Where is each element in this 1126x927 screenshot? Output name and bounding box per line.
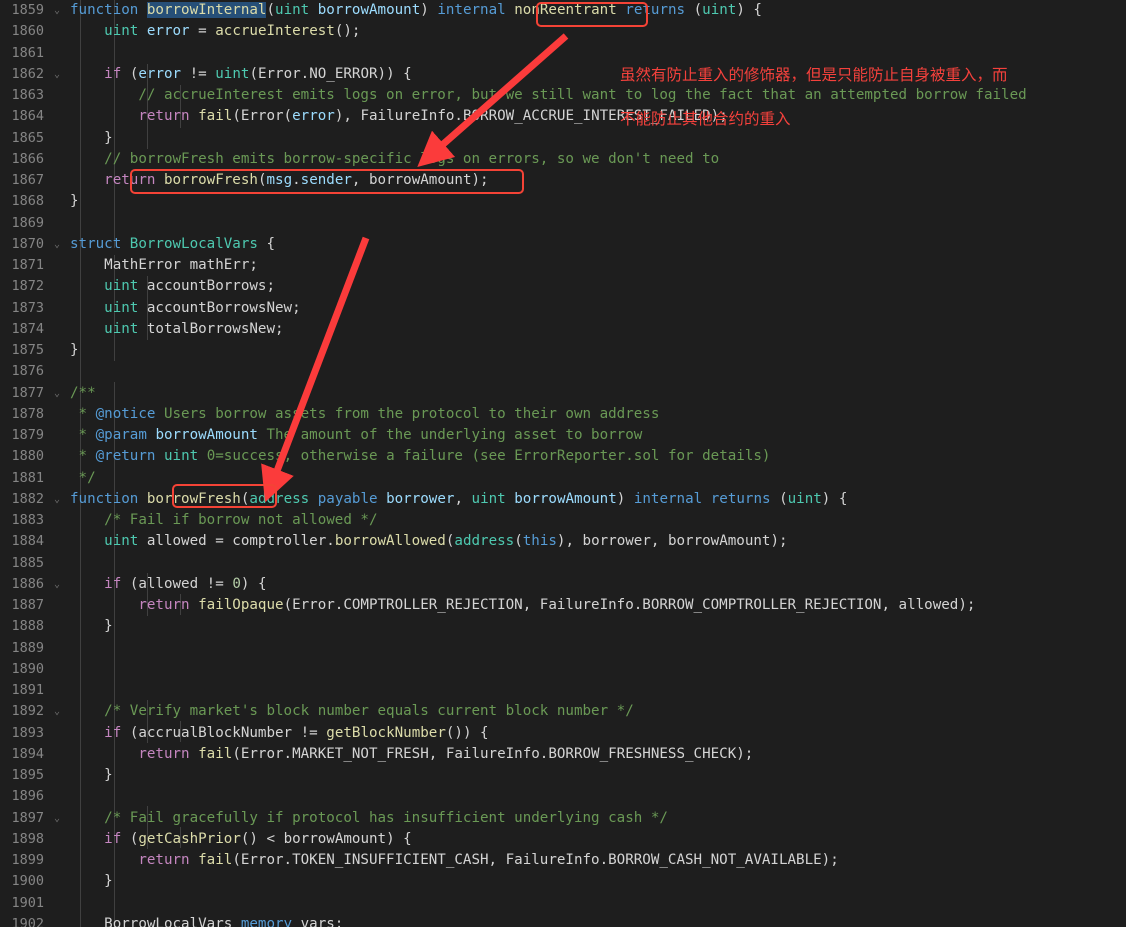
code-line-1885[interactable] bbox=[70, 553, 1126, 574]
code-line-1871[interactable]: MathError mathErr; bbox=[70, 255, 1126, 276]
line-number-1881[interactable]: 1881 bbox=[0, 468, 70, 489]
code-line-1870[interactable]: struct BorrowLocalVars { bbox=[70, 234, 1126, 255]
line-number-1874[interactable]: 1874 bbox=[0, 319, 70, 340]
code-line-1892[interactable]: if (accrualBlockNumber != getBlockNumber… bbox=[70, 723, 1126, 744]
code-line-1859[interactable]: function borrowInternal(uint borrowAmoun… bbox=[70, 0, 1126, 21]
line-number-1882[interactable]: 1882 ⌄ bbox=[0, 489, 70, 510]
code-line-1900[interactable] bbox=[70, 893, 1126, 914]
line-number-1876[interactable]: 1876 bbox=[0, 361, 70, 382]
line-number-1859[interactable]: 1859 ⌄ bbox=[0, 0, 70, 21]
code-line-1894[interactable]: } bbox=[70, 765, 1126, 786]
code-line-1867[interactable]: return borrowFresh(msg.sender, borrowAmo… bbox=[70, 170, 1126, 191]
code-line-1882[interactable]: function borrowFresh(address payable bor… bbox=[70, 489, 1126, 510]
line-number-1869[interactable]: 1869 bbox=[0, 213, 70, 234]
code-line-1868[interactable]: } bbox=[70, 191, 1126, 212]
line-number-1875[interactable]: 1875 bbox=[0, 340, 70, 361]
line-number-1894[interactable]: 1894 bbox=[0, 744, 70, 765]
chevron-down-icon[interactable]: ⌄ bbox=[51, 0, 63, 21]
line-number-1872[interactable]: 1872 bbox=[0, 276, 70, 297]
line-number-1884[interactable]: 1884 bbox=[0, 531, 70, 552]
line-number-1885[interactable]: 1885 bbox=[0, 553, 70, 574]
line-number-1883[interactable]: 1883 bbox=[0, 510, 70, 531]
line-number-1887[interactable]: 1887 bbox=[0, 595, 70, 616]
line-number-1864[interactable]: 1864 bbox=[0, 106, 70, 127]
line-number-1860[interactable]: 1860 bbox=[0, 21, 70, 42]
code-line-1891[interactable]: /* Verify market's block number equals c… bbox=[70, 701, 1126, 722]
code-line-1891-blank[interactable] bbox=[70, 680, 1126, 701]
line-number-1877[interactable]: 1877 ⌄ bbox=[0, 383, 70, 404]
line-number-1886[interactable]: 1886 ⌄ bbox=[0, 574, 70, 595]
chevron-down-icon[interactable]: ⌄ bbox=[51, 701, 63, 722]
code-line-1881[interactable]: */ bbox=[70, 468, 1126, 489]
line-number-1892[interactable]: 1892 ⌄ bbox=[0, 701, 70, 722]
code-line-1879[interactable]: * @param borrowAmount The amount of the … bbox=[70, 425, 1126, 446]
line-number-1888[interactable]: 1888 bbox=[0, 616, 70, 637]
line-number-1890[interactable]: 1890 bbox=[0, 659, 70, 680]
code-line-1886[interactable]: if (allowed != 0) { bbox=[70, 574, 1126, 595]
line-number-1878[interactable]: 1878 bbox=[0, 404, 70, 425]
code-line-1888[interactable]: } bbox=[70, 616, 1126, 637]
line-number-1873[interactable]: 1873 bbox=[0, 298, 70, 319]
code-line-1883[interactable]: /* Fail if borrow not allowed */ bbox=[70, 510, 1126, 531]
chevron-down-icon[interactable]: ⌄ bbox=[51, 489, 63, 510]
line-number-1865[interactable]: 1865 bbox=[0, 128, 70, 149]
line-number-1902[interactable]: 1902 bbox=[0, 914, 70, 927]
code-line-1897[interactable]: if (getCashPrior() < borrowAmount) { bbox=[70, 829, 1126, 850]
code-line-1884[interactable]: uint allowed = comptroller.borrowAllowed… bbox=[70, 531, 1126, 552]
line-number-gutter[interactable]: 1859 ⌄ 1860 1861 1862 ⌄ 1863 1864 1865 1866 1867 18… bbox=[0, 0, 70, 927]
line-number-1898[interactable]: 1898 bbox=[0, 829, 70, 850]
line-number-1900[interactable]: 1900 bbox=[0, 871, 70, 892]
chinese-note-line-2: 不能防止其他合约的重入 bbox=[620, 110, 791, 128]
code-line-1880[interactable]: * @return uint 0=success, otherwise a fa… bbox=[70, 446, 1126, 467]
line-number-1901[interactable]: 1901 bbox=[0, 893, 70, 914]
code-line-1872[interactable]: uint accountBorrows; bbox=[70, 276, 1126, 297]
code-editor[interactable]: 1859 ⌄ 1860 1861 1862 ⌄ 1863 1864 1865 1866 1867 18… bbox=[0, 0, 1126, 927]
line-number-1871[interactable]: 1871 bbox=[0, 255, 70, 276]
code-line-1895[interactable] bbox=[70, 786, 1126, 807]
code-line-1869[interactable] bbox=[70, 213, 1126, 234]
code-line-1901[interactable]: BorrowLocalVars memory vars; bbox=[70, 914, 1126, 927]
line-number-1862[interactable]: 1862 ⌄ bbox=[0, 64, 70, 85]
code-line-1860[interactable]: uint error = accrueInterest(); bbox=[70, 21, 1126, 42]
code-line-1893[interactable]: return fail(Error.MARKET_NOT_FRESH, Fail… bbox=[70, 744, 1126, 765]
code-line-1898[interactable]: return fail(Error.TOKEN_INSUFFICIENT_CAS… bbox=[70, 850, 1126, 871]
line-number-1891[interactable]: 1891 bbox=[0, 680, 70, 701]
code-line-1889[interactable] bbox=[70, 638, 1126, 659]
chevron-down-icon[interactable]: ⌄ bbox=[51, 64, 63, 85]
line-number-1868[interactable]: 1868 bbox=[0, 191, 70, 212]
line-number-1861[interactable]: 1861 bbox=[0, 43, 70, 64]
chevron-down-icon[interactable]: ⌄ bbox=[51, 234, 63, 255]
line-number-1899[interactable]: 1899 bbox=[0, 850, 70, 871]
line-number-1870[interactable]: 1870 ⌄ bbox=[0, 234, 70, 255]
code-line-1874[interactable]: uint totalBorrowsNew; bbox=[70, 319, 1126, 340]
chinese-annotation-note: 虽然有防止重入的修饰器，但是只能防止自身被重入，而 不能防止其他合约的重入 bbox=[620, 42, 1090, 152]
code-line-1899[interactable]: } bbox=[70, 871, 1126, 892]
line-number-1895[interactable]: 1895 bbox=[0, 765, 70, 786]
code-line-1873[interactable]: uint accountBorrowsNew; bbox=[70, 298, 1126, 319]
chevron-down-icon[interactable]: ⌄ bbox=[51, 808, 63, 829]
code-line-1878[interactable]: * @notice Users borrow assets from the p… bbox=[70, 404, 1126, 425]
line-number-1889[interactable]: 1889 bbox=[0, 638, 70, 659]
code-line-1887[interactable]: return failOpaque(Error.COMPTROLLER_REJE… bbox=[70, 595, 1126, 616]
code-line-1875[interactable]: } bbox=[70, 340, 1126, 361]
line-number-1896[interactable]: 1896 bbox=[0, 786, 70, 807]
line-number-1893[interactable]: 1893 bbox=[0, 723, 70, 744]
line-number-1880[interactable]: 1880 bbox=[0, 446, 70, 467]
line-number-1866[interactable]: 1866 bbox=[0, 149, 70, 170]
line-number-1897[interactable]: 1897 ⌄ bbox=[0, 808, 70, 829]
code-line-1890[interactable] bbox=[70, 659, 1126, 680]
chevron-down-icon[interactable]: ⌄ bbox=[51, 383, 63, 404]
code-line-1877[interactable]: /** bbox=[70, 383, 1126, 404]
chinese-note-line-1: 虽然有防止重入的修饰器，但是只能防止自身被重入，而 bbox=[620, 66, 1008, 84]
code-line-1896[interactable]: /* Fail gracefully if protocol has insuf… bbox=[70, 808, 1126, 829]
line-number-1867[interactable]: 1867 bbox=[0, 170, 70, 191]
line-number-1863[interactable]: 1863 bbox=[0, 85, 70, 106]
chevron-down-icon[interactable]: ⌄ bbox=[51, 574, 63, 595]
line-number-1879[interactable]: 1879 bbox=[0, 425, 70, 446]
code-line-1876[interactable] bbox=[70, 361, 1126, 382]
